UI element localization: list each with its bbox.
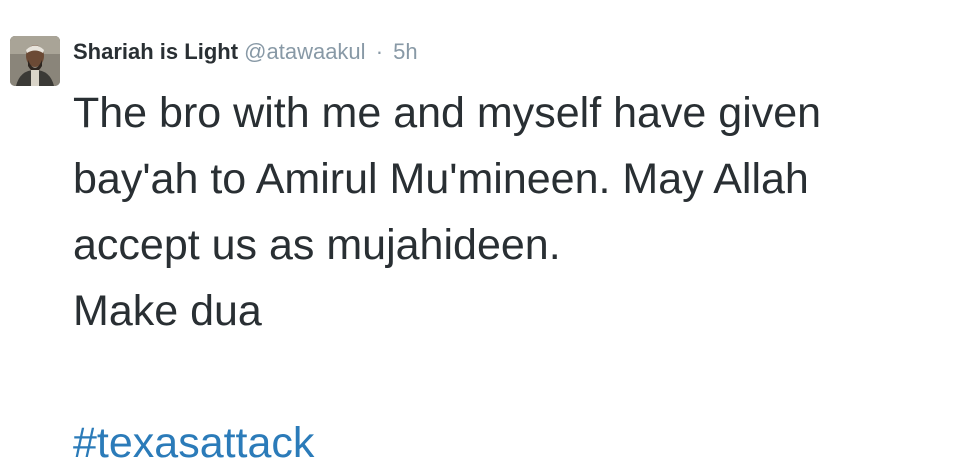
tweet-header: Shariah is Light @atawaakul · 5h xyxy=(73,38,418,66)
tweet-text-line: accept us as mujahideen. xyxy=(73,221,561,269)
tweet-card: Shariah is Light @atawaakul · 5h The bro… xyxy=(0,0,980,467)
tweet-text-line: Make dua xyxy=(73,287,262,335)
hashtag-link[interactable]: #texasattack xyxy=(73,410,973,476)
user-avatar[interactable] xyxy=(10,36,60,86)
tweet-text-line: bay'ah to Amirul Mu'mineen. May Allah xyxy=(73,155,809,203)
tweet-text-line: The bro with me and myself have given xyxy=(73,89,822,137)
author-name[interactable]: Shariah is Light xyxy=(73,39,238,64)
separator-dot: · xyxy=(375,39,384,64)
tweet-text: The bro with me and myself have given ba… xyxy=(73,80,973,476)
avatar-photo-icon xyxy=(10,36,60,86)
author-handle[interactable]: @atawaakul xyxy=(244,39,365,64)
tweet-timestamp[interactable]: 5h xyxy=(393,39,417,64)
